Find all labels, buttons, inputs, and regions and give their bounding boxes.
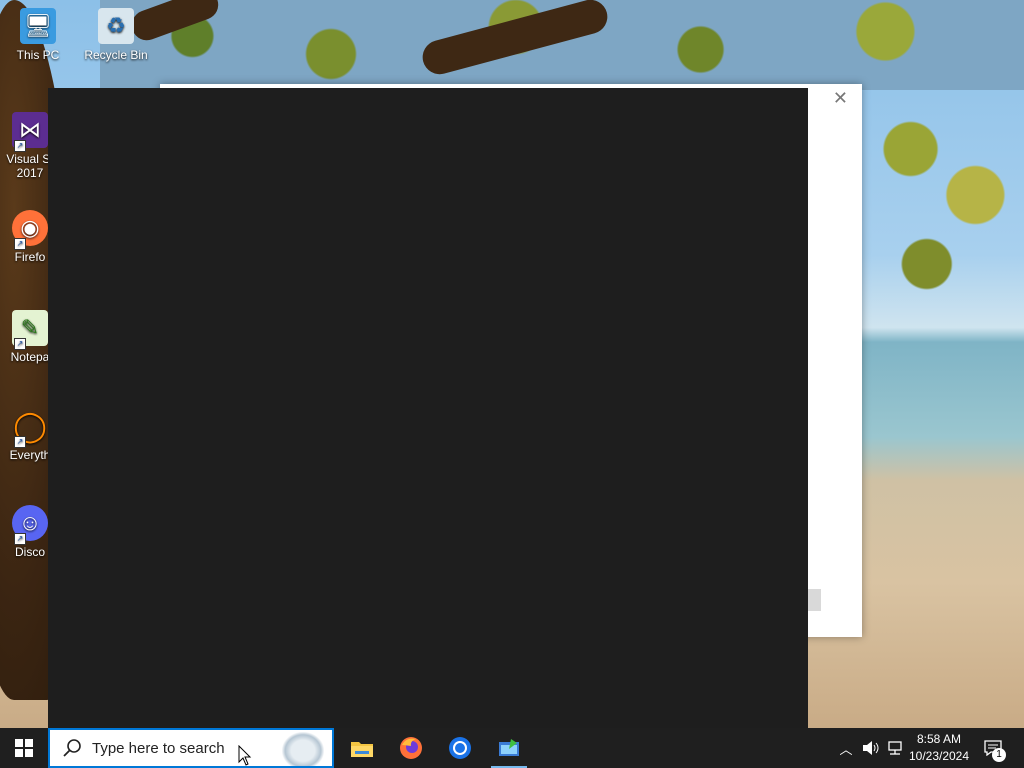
search-icon — [63, 739, 81, 757]
chrome-icon — [449, 737, 471, 759]
clock-date: 10/23/2024 — [908, 749, 970, 763]
recycle-bin-icon: ♻ — [98, 8, 134, 44]
taskbar: ︿ 8:58 AM 10/23/2024 1 — [0, 728, 1024, 768]
desktop-icon-this-pc[interactable]: 🖥 This PC — [2, 8, 74, 62]
shortcut-arrow-icon: ↗ — [14, 533, 26, 545]
desktop: 🖥 This PC ♻ Recycle Bin ⋈ ↗ Visual St 20… — [0, 0, 1024, 728]
chevron-up-icon: ︿ — [839, 741, 853, 757]
speaker-icon — [863, 741, 879, 755]
folder-icon — [351, 742, 373, 757]
app-window-icon — [499, 739, 519, 756]
volume-button[interactable] — [860, 728, 882, 768]
taskbar-search-box[interactable] — [48, 728, 334, 768]
show-hidden-icons-button[interactable]: ︿ — [836, 728, 856, 768]
start-button[interactable] — [0, 728, 48, 768]
windows-logo-icon — [15, 739, 33, 757]
shortcut-arrow-icon: ↗ — [14, 238, 26, 250]
close-icon[interactable]: ✕ — [833, 88, 848, 109]
clock-time: 8:58 AM — [916, 732, 962, 746]
desktop-icon-recycle-bin[interactable]: ♻ Recycle Bin — [80, 8, 152, 62]
scrollbar-thumb[interactable] — [808, 589, 821, 611]
shortcut-arrow-icon: ↗ — [14, 338, 26, 350]
desktop-icon-label: Recycle Bin — [84, 48, 148, 62]
firefox-icon — [400, 737, 422, 759]
notification-count-badge: 1 — [992, 748, 1006, 762]
taskbar-active-app[interactable] — [485, 728, 533, 768]
wallpaper-foliage-right — [862, 80, 1024, 310]
taskbar-chrome[interactable] — [436, 728, 484, 768]
console-window[interactable] — [48, 88, 808, 728]
shortcut-arrow-icon: ↗ — [14, 140, 26, 152]
search-highlight-image — [282, 732, 324, 766]
taskbar-file-explorer[interactable] — [338, 728, 386, 768]
taskbar-firefox[interactable] — [387, 728, 435, 768]
shortcut-arrow-icon: ↗ — [14, 436, 26, 448]
system-clock[interactable]: 8:58 AM 10/23/2024 — [906, 731, 972, 765]
mouse-cursor-icon — [238, 745, 252, 766]
desktop-icon-label: This PC — [16, 48, 60, 62]
network-button[interactable] — [884, 728, 906, 768]
network-icon — [888, 741, 902, 755]
this-pc-icon: 🖥 — [20, 8, 56, 44]
